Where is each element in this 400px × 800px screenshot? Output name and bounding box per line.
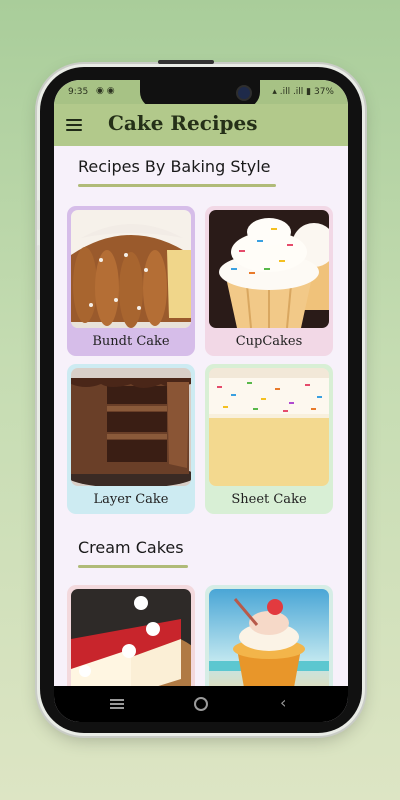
- app-bar: Cake Recipes: [54, 104, 348, 146]
- layer-cake-image: [71, 368, 191, 486]
- recipe-card-layer-cake[interactable]: Layer Cake: [67, 364, 195, 514]
- system-nav-bar: ‹: [54, 686, 348, 722]
- cupcake-image: [209, 210, 329, 328]
- back-icon[interactable]: ‹: [280, 695, 286, 711]
- recipe-card-sheet-cake[interactable]: Sheet Cake: [205, 364, 333, 514]
- section-title-baking-style: Recipes By Baking Style: [78, 157, 271, 176]
- hamburger-menu-icon[interactable]: [66, 119, 82, 131]
- section-title-cream-cakes: Cream Cakes: [78, 538, 184, 557]
- phone-button-right: [362, 260, 365, 320]
- recipe-card-cupcakes[interactable]: CupCakes: [205, 206, 333, 356]
- phone-button-left-bottom: [37, 245, 40, 300]
- recents-icon[interactable]: [110, 699, 124, 709]
- card-label: Sheet Cake: [231, 492, 307, 507]
- bundt-cake-image: [71, 210, 191, 328]
- card-label: CupCakes: [235, 334, 303, 349]
- status-right-icons: ▴ .ill .ill ▮ 37%: [272, 87, 334, 97]
- notification-icons: ◉ ◉: [96, 86, 115, 96]
- phone-button-left-top: [37, 200, 40, 230]
- sheet-cake-image: [209, 368, 329, 486]
- section-underline: [78, 184, 276, 187]
- app-title: Cake Recipes: [108, 111, 258, 135]
- section-underline: [78, 565, 188, 568]
- card-label: Bundt Cake: [92, 334, 170, 349]
- app-screen: 9:35 ◉ ◉ ▴ .ill .ill ▮ 37% Cake Recipes …: [54, 80, 348, 722]
- home-icon[interactable]: [194, 697, 208, 711]
- status-time: 9:35: [68, 87, 89, 97]
- front-camera-icon: [236, 85, 252, 101]
- recipe-card-bundt-cake[interactable]: Bundt Cake: [67, 206, 195, 356]
- card-label: Layer Cake: [93, 492, 169, 507]
- phone-speaker: [158, 60, 214, 64]
